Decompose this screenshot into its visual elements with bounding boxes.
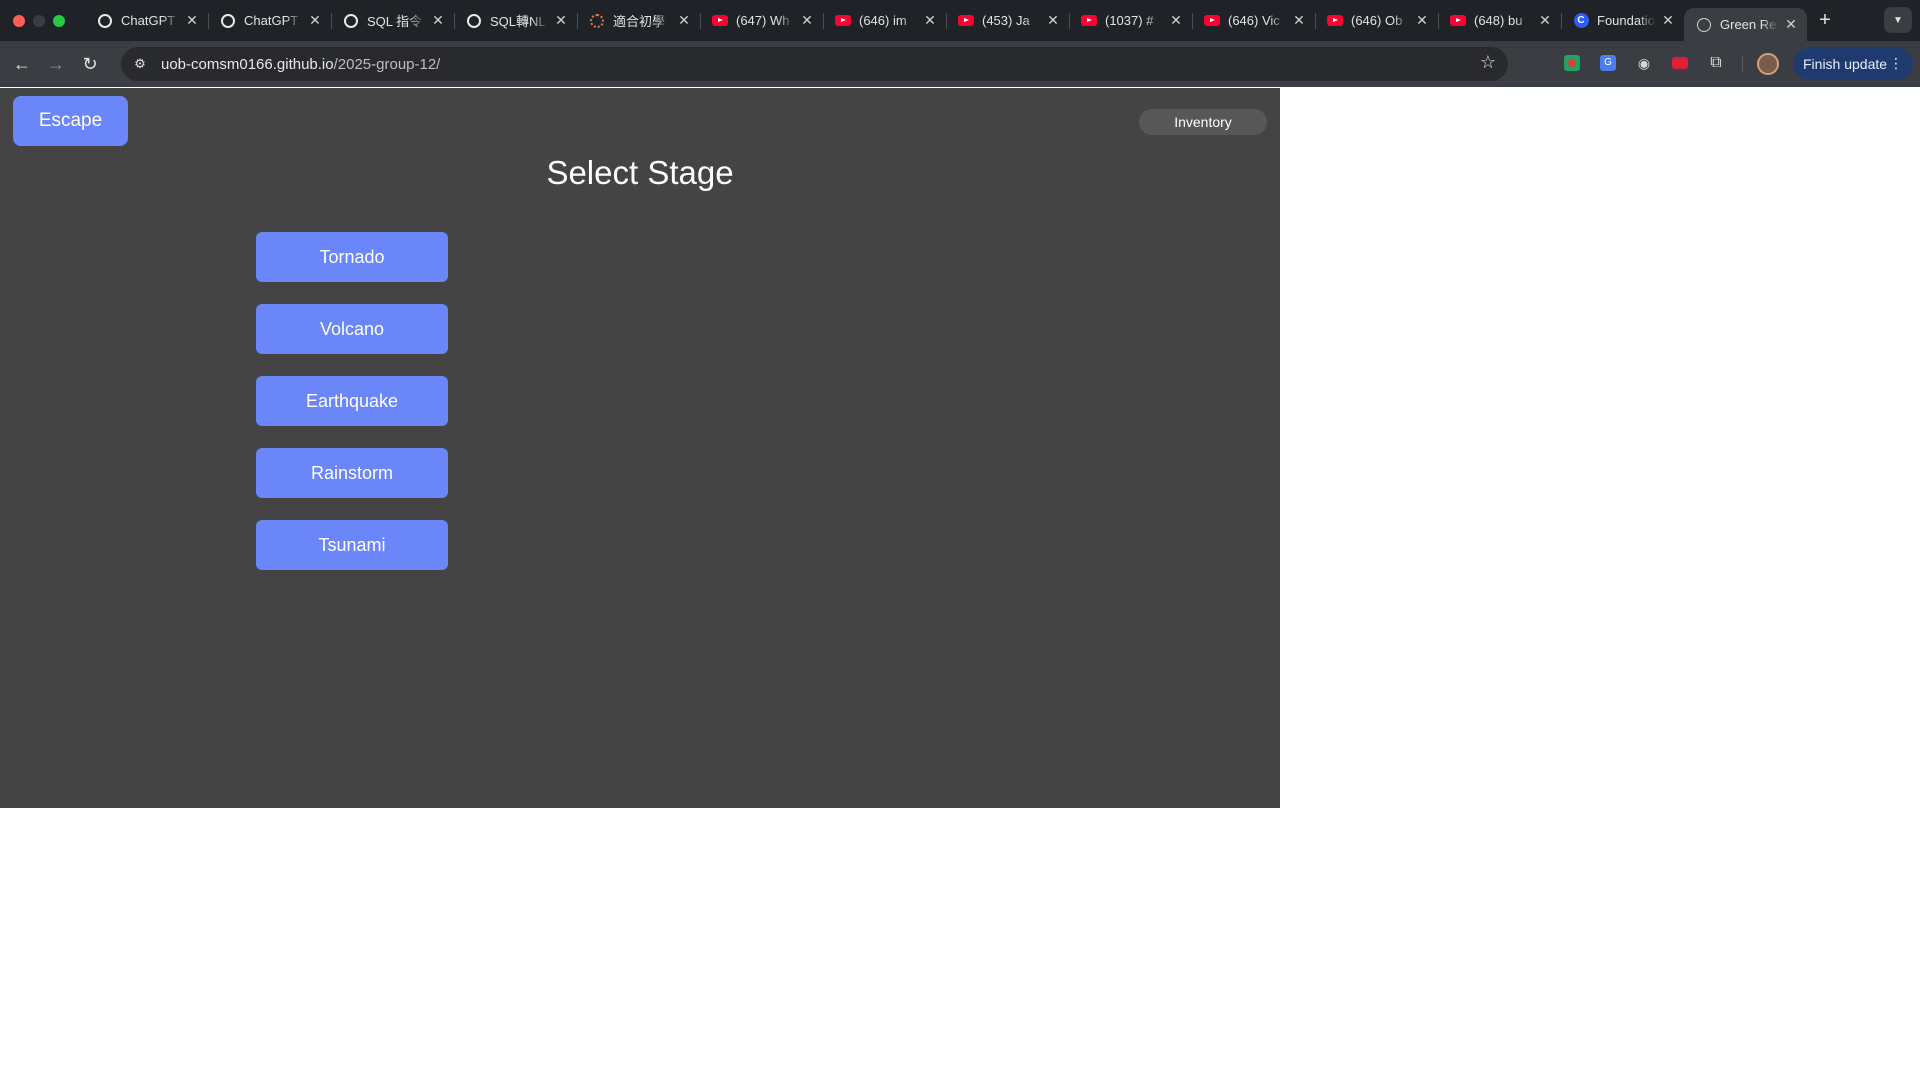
finish-update-label: Finish update [1803,56,1888,72]
stage-button-rainstorm[interactable]: Rainstorm [256,448,448,498]
tab-title: 適合初學 [613,14,666,29]
forward-button[interactable]: → [39,47,73,81]
translate-extension-icon[interactable]: G [1597,52,1619,74]
tab[interactable]: (646) im ✕ [823,0,946,41]
window-minimize-button[interactable] [33,14,45,27]
c-icon: C [1573,13,1589,29]
stage-button-tsunami[interactable]: Tsunami [256,520,448,570]
camera-extension-icon[interactable]: ◉ [1633,52,1655,74]
close-icon[interactable]: ✕ [922,12,938,29]
youtube-icon [1204,13,1220,29]
window-controls [13,14,65,27]
close-icon[interactable]: ✕ [184,12,200,29]
tab-title: SQL轉NL [490,14,546,29]
extensions-puzzle-icon[interactable]: ⧉ [1705,52,1727,74]
reload-button[interactable]: ↻ [73,47,107,81]
tab-title: (648) bu [1474,13,1523,28]
url-host: uob-comsm0166.github.io [161,55,334,73]
tab[interactable]: 適合初學 ✕ [577,0,700,41]
youtube-icon [1081,13,1097,29]
page-title: Select Stage [546,154,734,191]
close-icon[interactable]: ✕ [799,12,815,29]
game-canvas: Escape Inventory Select Stage Tornado Vo… [0,88,1280,808]
close-icon[interactable]: ✕ [676,12,692,29]
close-icon[interactable]: ✕ [430,12,446,29]
tab-title: (1037) # [1105,13,1154,28]
tab-title: (646) Vic [1228,13,1280,28]
tab-title: (453) Ja [982,13,1030,28]
close-icon[interactable]: ✕ [307,12,323,29]
red-extension-icon[interactable] [1669,52,1691,74]
tab[interactable]: (453) Ja ✕ [946,0,1069,41]
tab-title: (646) Ob [1351,13,1403,28]
tabs: ChatGPT ✕ ChatGPT ✕ SQL 指令 ✕ SQL轉NL ✕ 適合… [85,0,1839,41]
close-icon[interactable]: ✕ [1537,12,1553,29]
tab[interactable]: C Foundatio ✕ [1561,0,1684,41]
tab-strip: ChatGPT ✕ ChatGPT ✕ SQL 指令 ✕ SQL轉NL ✕ 適合… [0,0,1920,41]
tab-title: SQL 指令 [367,14,423,29]
tab-active[interactable]: Green Re ✕ [1684,8,1807,41]
finish-update-button[interactable]: Finish update ⋮ [1793,48,1913,80]
escape-button[interactable]: Escape [13,96,128,146]
stage-list: Tornado Volcano Earthquake Rainstorm Tsu… [256,232,448,592]
back-button[interactable]: ← [5,47,39,81]
close-icon[interactable]: ✕ [1291,12,1307,29]
window-maximize-button[interactable] [53,14,65,27]
profile-avatar[interactable] [1757,53,1779,75]
close-icon[interactable]: ✕ [1783,16,1799,33]
tab[interactable]: (647) Wh ✕ [700,0,823,41]
youtube-icon [1450,13,1466,29]
tab[interactable]: ChatGPT ✕ [85,0,208,41]
url-path: /2025-group-12/ [333,55,441,73]
close-icon[interactable]: ✕ [1660,12,1676,29]
site-info-icon[interactable]: ⚙ [127,51,153,77]
youtube-icon [835,13,851,29]
youtube-icon [958,13,974,29]
globe-icon [1696,17,1712,33]
tab[interactable]: (648) bu ✕ [1438,0,1561,41]
close-icon[interactable]: ✕ [1045,12,1061,29]
chatgpt-icon [97,13,113,29]
close-icon[interactable]: ✕ [1414,12,1430,29]
toolbar-divider [1742,56,1743,72]
chatgpt-icon [343,13,359,29]
inventory-button[interactable]: Inventory [1139,109,1267,135]
tab-title: Foundatio [1597,13,1655,28]
tab-title: ChatGPT [121,13,176,28]
chatgpt-icon [220,13,236,29]
tab-title: (646) im [859,13,907,28]
tab[interactable]: (1037) # ✕ [1069,0,1192,41]
tab-title: (647) Wh [736,13,790,28]
extension-green-icon[interactable] [1561,52,1583,74]
dots-icon [589,13,605,29]
close-icon[interactable]: ✕ [1168,12,1184,29]
stage-button-volcano[interactable]: Volcano [256,304,448,354]
stage-button-tornado[interactable]: Tornado [256,232,448,282]
bookmark-star-icon[interactable]: ☆ [1480,52,1496,73]
chatgpt-icon [466,13,482,29]
close-icon[interactable]: ✕ [553,12,569,29]
browser-toolbar: ← → ↻ ⚙ uob-comsm0166.github.io/2025-gro… [0,41,1920,87]
youtube-icon [1327,13,1343,29]
menu-dots-icon: ⋮ [1889,55,1903,71]
tab[interactable]: SQL 指令 ✕ [331,0,454,41]
tab-title: Green Re [1720,17,1777,32]
youtube-icon [712,13,728,29]
new-tab-button[interactable]: + [1811,7,1839,35]
tab[interactable]: ChatGPT ✕ [208,0,331,41]
tab-search-button[interactable]: ▼ [1884,7,1912,33]
tab[interactable]: (646) Ob ✕ [1315,0,1438,41]
stage-button-earthquake[interactable]: Earthquake [256,376,448,426]
tab-title: ChatGPT [244,13,299,28]
url-text[interactable]: uob-comsm0166.github.io/2025-group-12/ [161,56,440,73]
window-close-button[interactable] [13,14,25,27]
tab[interactable]: (646) Vic ✕ [1192,0,1315,41]
tab[interactable]: SQL轉NL ✕ [454,0,577,41]
address-bar[interactable]: ⚙ uob-comsm0166.github.io/2025-group-12/… [121,47,1508,81]
